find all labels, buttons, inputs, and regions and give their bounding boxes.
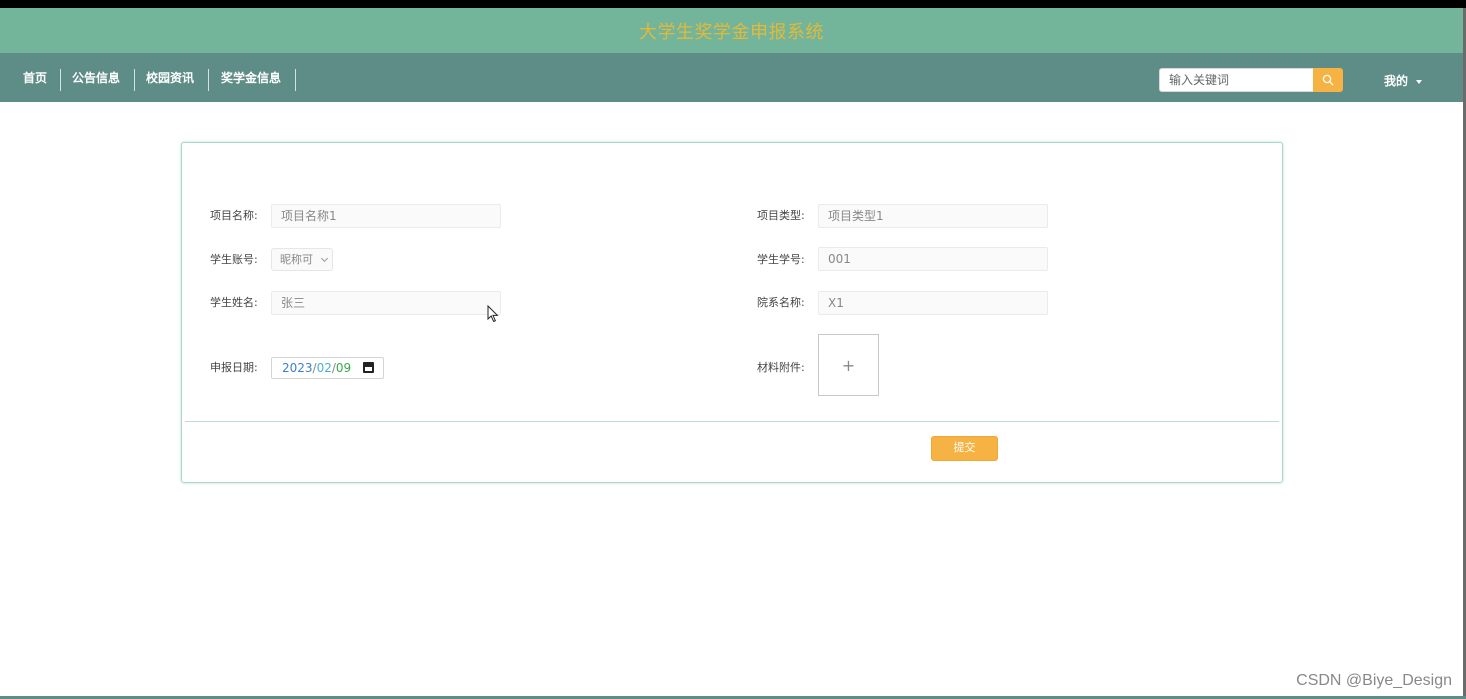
- search-input[interactable]: [1159, 68, 1313, 92]
- nav-separator: [295, 69, 296, 91]
- nav-item-home[interactable]: 首页: [23, 70, 47, 92]
- attachment-label: 材料附件:: [757, 361, 805, 374]
- nav-item-scholarship-info[interactable]: 奖学金信息: [221, 70, 281, 92]
- student-account-value: 昵称可: [280, 253, 313, 266]
- window-top-strip: [0, 0, 1466, 8]
- plus-icon: +: [841, 355, 856, 375]
- form-divider: [185, 421, 1279, 422]
- student-account-label: 学生账号:: [210, 253, 258, 266]
- mouse-cursor-icon: [487, 305, 499, 323]
- student-id-field[interactable]: 001: [818, 247, 1048, 271]
- nav-item-campus-news[interactable]: 校园资讯: [146, 70, 194, 92]
- chevron-down-icon: [320, 254, 329, 263]
- date-year: 2023: [282, 361, 313, 375]
- attachment-upload[interactable]: +: [818, 334, 879, 396]
- nav-separator: [208, 69, 209, 91]
- project-name-field[interactable]: 项目名称1: [271, 204, 501, 228]
- title-bar: 大学生奖学金申报系统: [0, 8, 1463, 53]
- nav-separator: [60, 69, 61, 91]
- user-menu-label: 我的: [1384, 74, 1409, 88]
- department-label: 院系名称:: [757, 296, 805, 309]
- student-id-label: 学生学号:: [757, 253, 805, 266]
- date-month: 02: [316, 361, 332, 375]
- project-name-label: 项目名称:: [210, 209, 258, 222]
- student-name-label: 学生姓名:: [210, 296, 258, 309]
- student-name-field[interactable]: 张三: [271, 291, 501, 315]
- search-button[interactable]: [1313, 68, 1343, 92]
- search-icon: [1322, 74, 1334, 86]
- department-field[interactable]: X1: [818, 291, 1048, 315]
- calendar-icon[interactable]: [363, 362, 374, 373]
- nav-item-announcements[interactable]: 公告信息: [72, 70, 120, 92]
- date-day: 09: [335, 361, 352, 375]
- watermark: CSDN @Biye_Design: [1296, 672, 1452, 689]
- nav-separator: [134, 69, 135, 91]
- caret-down-icon: [1416, 79, 1423, 84]
- submit-button[interactable]: 提交: [931, 436, 998, 461]
- student-account-select[interactable]: 昵称可: [271, 248, 333, 271]
- apply-date-label: 申报日期:: [210, 361, 258, 374]
- apply-date-input[interactable]: 2023/02/09: [271, 357, 384, 379]
- project-type-field[interactable]: 项目类型1: [818, 204, 1048, 228]
- project-type-label: 项目类型:: [757, 209, 805, 222]
- app-title: 大学生奖学金申报系统: [639, 21, 824, 43]
- user-menu[interactable]: 我的: [1384, 72, 1423, 89]
